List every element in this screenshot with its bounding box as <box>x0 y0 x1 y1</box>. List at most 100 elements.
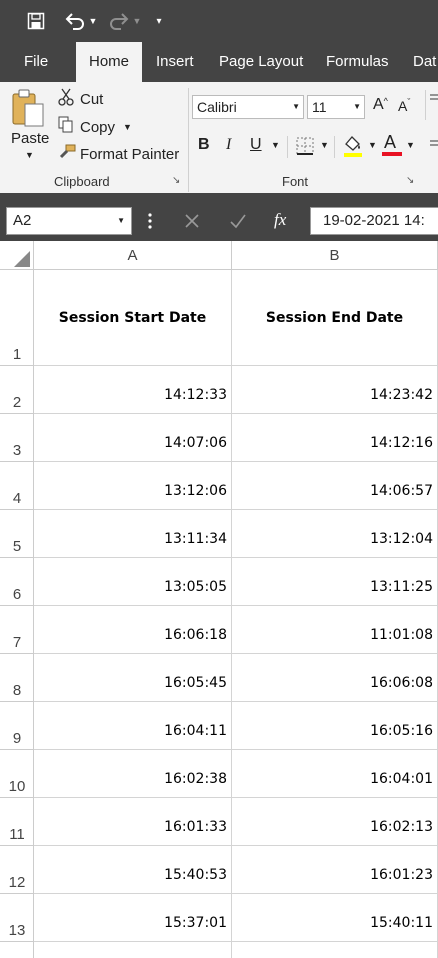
row-header[interactable]: 8 <box>0 654 34 702</box>
up-caret-icon: ^ <box>383 96 388 106</box>
chevron-down-icon: ▼ <box>117 216 125 225</box>
borders-dropdown-icon[interactable]: ▼ <box>320 140 329 150</box>
cell-b[interactable]: 14:06:57 <box>232 462 438 510</box>
cell-b[interactable]: 16:02:13 <box>232 798 438 846</box>
insert-function-icon[interactable]: fx <box>274 210 286 230</box>
chevron-down-icon: ▼ <box>292 102 300 111</box>
tab-page-layout[interactable]: Page Layout <box>219 42 303 82</box>
cell-a[interactable]: 14:07:06 <box>34 414 232 462</box>
undo-dropdown-icon[interactable]: ▼ <box>88 9 98 33</box>
header-cell-a1[interactable]: Session Start Date <box>34 270 232 366</box>
row-header[interactable]: 4 <box>0 462 34 510</box>
format-painter-button[interactable]: Format Painter <box>58 144 179 164</box>
enter-check-icon[interactable] <box>228 211 248 234</box>
copy-dropdown-icon[interactable]: ▼ <box>123 122 132 132</box>
row-header[interactable]: 5 <box>0 510 34 558</box>
font-color-icon[interactable]: A <box>381 132 403 158</box>
cell-b[interactable]: 16:01:23 <box>232 846 438 894</box>
underline-dropdown-icon[interactable]: ▼ <box>271 140 280 150</box>
cell-b[interactable]: 14:12:16 <box>232 414 438 462</box>
cell-b[interactable]: 11:01:08 <box>232 606 438 654</box>
cell-a[interactable] <box>34 942 232 958</box>
cell-a[interactable]: 16:05:45 <box>34 654 232 702</box>
clipboard-launcher-icon[interactable]: ↘ <box>172 175 180 186</box>
redo-dropdown-icon: ▼ <box>132 16 142 26</box>
font-name-select[interactable]: Calibri ▼ <box>192 95 304 119</box>
row-header[interactable]: 13 <box>0 894 34 942</box>
tab-file[interactable]: File <box>24 42 48 82</box>
cell-a[interactable]: 13:05:05 <box>34 558 232 606</box>
font-group-label: Font <box>282 174 309 189</box>
cut-button[interactable]: Cut <box>58 88 103 110</box>
row-header[interactable]: 7 <box>0 606 34 654</box>
cell-b[interactable]: 14:23:42 <box>232 366 438 414</box>
cell-a[interactable]: 16:04:11 <box>34 702 232 750</box>
paste-dropdown-icon[interactable]: ▼ <box>25 150 34 160</box>
cell-a[interactable]: 16:02:38 <box>34 750 232 798</box>
paste-button[interactable]: Paste <box>11 130 49 147</box>
underline-button[interactable]: U <box>250 136 262 154</box>
font-launcher-icon[interactable]: ↘ <box>406 175 414 186</box>
row-header[interactable]: 9 <box>0 702 34 750</box>
cell-b[interactable]: 16:04:01 <box>232 750 438 798</box>
row-header[interactable]: 10 <box>0 750 34 798</box>
shrink-font-button[interactable]: Aˇ <box>398 97 410 114</box>
tab-home[interactable]: Home <box>76 42 142 82</box>
customize-toolbar-icon[interactable]: ▾ <box>153 9 165 33</box>
cell-a[interactable]: 13:12:06 <box>34 462 232 510</box>
worksheet-grid[interactable]: A B 1 Session Start Date Session End Dat… <box>0 241 438 958</box>
row-header[interactable]: 11 <box>0 798 34 846</box>
row-header[interactable]: 6 <box>0 558 34 606</box>
borders-icon[interactable] <box>296 137 314 155</box>
select-all-corner[interactable] <box>0 241 34 270</box>
header-cell-b1[interactable]: Session End Date <box>232 270 438 366</box>
name-box-value: A2 <box>13 212 32 229</box>
align-left-icon[interactable] <box>430 138 438 152</box>
font-size-select[interactable]: 11 ▼ <box>307 95 365 119</box>
tab-data[interactable]: Dat <box>413 42 436 82</box>
tab-formulas[interactable]: Formulas <box>326 42 389 82</box>
row-header[interactable] <box>0 942 34 958</box>
format-painter-label: Format Painter <box>80 145 180 163</box>
paste-icon[interactable] <box>10 88 46 128</box>
cell-b[interactable]: 15:40:11 <box>232 894 438 942</box>
ribbon-separator <box>0 193 438 201</box>
formula-input[interactable]: 19-02-2021 14: <box>310 207 438 235</box>
row-header[interactable]: 3 <box>0 414 34 462</box>
cancel-icon[interactable] <box>182 211 202 234</box>
row-header[interactable]: 12 <box>0 846 34 894</box>
row-header[interactable]: 2 <box>0 366 34 414</box>
column-header-a[interactable]: A <box>34 241 232 270</box>
cell-b[interactable]: 16:05:16 <box>232 702 438 750</box>
copy-label: Copy <box>80 118 116 136</box>
bold-button[interactable]: B <box>198 136 210 154</box>
grow-font-button[interactable]: A ^ <box>373 96 388 114</box>
cell-a[interactable]: 15:37:01 <box>34 894 232 942</box>
cell-a[interactable]: 15:40:53 <box>34 846 232 894</box>
cell-b[interactable]: 16:06:08 <box>232 654 438 702</box>
cell-a[interactable]: 16:06:18 <box>34 606 232 654</box>
font-name-value: Calibri <box>197 99 237 115</box>
quick-access-toolbar: ▼ ▼ ▾ <box>0 0 438 42</box>
column-header-b[interactable]: B <box>232 241 438 270</box>
tab-insert[interactable]: Insert <box>156 42 194 82</box>
ribbon-home: Paste ▼ Cut Copy ▼ Format Painter Clipbo… <box>0 82 438 193</box>
copy-button[interactable]: Copy ▼ <box>58 116 132 138</box>
fill-color-dropdown-icon[interactable]: ▼ <box>368 140 377 150</box>
cell-b[interactable] <box>232 942 438 958</box>
name-box[interactable]: A2 ▼ <box>6 207 132 235</box>
cell-b[interactable]: 13:12:04 <box>232 510 438 558</box>
cell-b[interactable]: 13:11:25 <box>232 558 438 606</box>
align-top-icon[interactable] <box>430 92 438 106</box>
undo-icon[interactable] <box>62 9 88 33</box>
fill-color-icon[interactable] <box>342 134 364 158</box>
cell-a[interactable]: 14:12:33 <box>34 366 232 414</box>
cell-a[interactable]: 13:11:34 <box>34 510 232 558</box>
cell-a[interactable]: 16:01:33 <box>34 798 232 846</box>
save-icon[interactable] <box>24 9 48 33</box>
more-options-icon[interactable] <box>145 211 155 231</box>
italic-button[interactable]: I <box>226 136 231 154</box>
row-header[interactable]: 1 <box>0 270 34 366</box>
font-color-dropdown-icon[interactable]: ▼ <box>406 140 415 150</box>
font-size-value: 11 <box>312 99 327 115</box>
